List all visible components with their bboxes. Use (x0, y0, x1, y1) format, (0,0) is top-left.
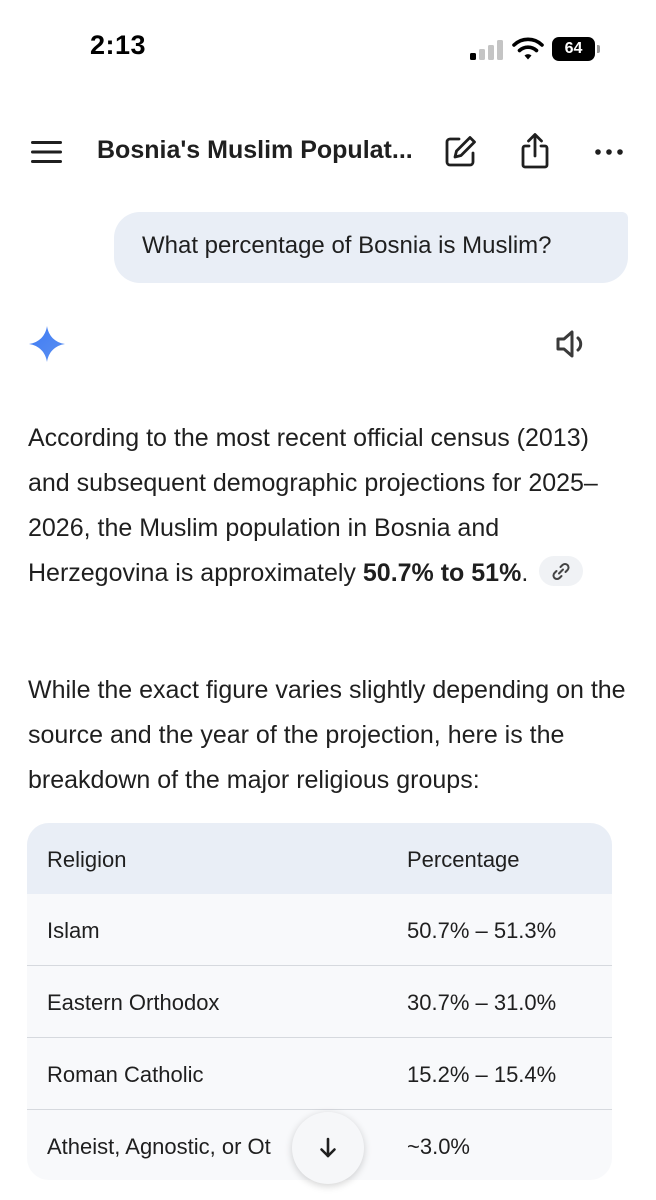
menu-icon[interactable] (30, 138, 64, 166)
source-link-chip[interactable] (539, 556, 584, 587)
wifi-icon (512, 37, 544, 60)
battery-indicator: 64 (552, 37, 600, 61)
app-header: Bosnia's Muslim Populat... (0, 120, 656, 184)
user-message-text: What percentage of Bosnia is Muslim? (142, 232, 552, 259)
table-cell-religion: Atheist, Agnostic, or Ot (47, 1134, 271, 1159)
speaker-icon[interactable] (554, 326, 590, 362)
cellular-signal-icon (470, 40, 503, 60)
response-text-end: . (521, 559, 529, 587)
table-row: Islam 50.7% – 51.3% (27, 894, 612, 966)
table-cell-percentage: ~3.0% (407, 1134, 470, 1159)
scroll-to-bottom-button[interactable] (292, 1112, 364, 1184)
table-cell-religion: Islam (47, 918, 100, 943)
status-bar: 2:13 64 (0, 0, 656, 100)
table-cell-percentage: 50.7% – 51.3% (407, 918, 557, 943)
more-options-icon[interactable] (594, 140, 624, 164)
table-header-percentage: Percentage (407, 847, 520, 872)
table-cell-percentage: 30.7% – 31.0% (407, 990, 557, 1015)
share-icon[interactable] (518, 132, 552, 170)
table-header-religion: Religion (47, 847, 127, 872)
response-paragraph-2: While the exact figure varies slightly d… (28, 676, 626, 794)
conversation-title[interactable]: Bosnia's Muslim Populat... (97, 136, 419, 165)
link-icon (552, 563, 570, 581)
table-row: Eastern Orthodox 30.7% – 31.0% (27, 966, 612, 1038)
gemini-spark-icon (29, 326, 65, 362)
battery-cap (597, 45, 600, 53)
arrow-down-icon (320, 1137, 336, 1158)
response-highlight: 50.7% to 51% (362, 559, 522, 587)
status-time: 2:13 (90, 30, 147, 60)
table-cell-religion: Eastern Orthodox (47, 990, 220, 1015)
response-paragraph-1: According to the most recent official ce… (28, 416, 634, 596)
table-row: Roman Catholic 15.2% – 15.4% (27, 1038, 612, 1110)
edit-icon[interactable] (444, 134, 478, 168)
table-cell-religion: Roman Catholic (47, 1062, 204, 1087)
table-header-row: Religion Percentage (27, 823, 612, 894)
table-cell-percentage: 15.2% – 15.4% (407, 1062, 557, 1087)
user-message-bubble: What percentage of Bosnia is Muslim? (114, 212, 628, 283)
battery-level: 64 (552, 37, 595, 61)
